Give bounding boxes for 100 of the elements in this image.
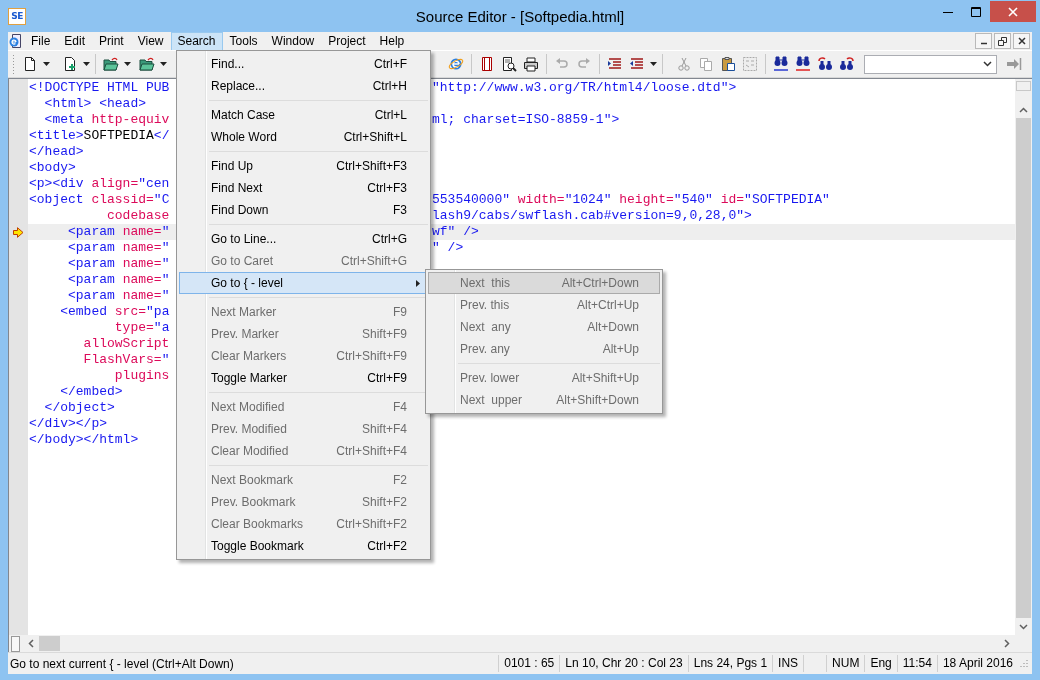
replace-icon[interactable] xyxy=(839,56,855,72)
restore-icon xyxy=(998,36,1007,46)
shortcut-label: Alt+Ctrl+Down xyxy=(561,276,639,290)
menu-item[interactable]: Print xyxy=(92,31,131,51)
app-logo: SE xyxy=(8,7,26,25)
shortcut-label: Ctrl+H xyxy=(372,79,407,93)
folder-icon[interactable] xyxy=(139,56,155,72)
menu-item[interactable]: Find Next Ctrl+F3 xyxy=(179,177,428,199)
shortcut-label: Alt+Shift+Up xyxy=(571,371,639,385)
shortcut-label: Ctrl+Shift+G xyxy=(340,254,407,268)
close-icon xyxy=(1008,6,1018,17)
shortcut-label: Ctrl+F2 xyxy=(367,539,407,553)
code-line: <param name=" xyxy=(67,240,170,255)
restore-button[interactable] xyxy=(994,33,1011,49)
menu-item[interactable]: Toggle Bookmark Ctrl+F2 xyxy=(179,535,428,557)
code-line: lash9/cabs/swflash.cab#version=9,0,28,0"> xyxy=(432,208,752,224)
shortcut-label: Ctrl+Shift+L xyxy=(343,130,407,144)
scroll-up-icon[interactable] xyxy=(1019,106,1028,113)
menu-item[interactable]: Match Case Ctrl+L xyxy=(179,104,428,126)
shortcut-label: F3 xyxy=(393,203,407,217)
submenu-arrow-icon xyxy=(416,280,420,287)
menu-item[interactable]: Tools xyxy=(222,31,265,51)
folder-icon[interactable] xyxy=(103,56,119,72)
shortcut-label: Ctrl+Shift+F3 xyxy=(336,159,407,173)
menu-item[interactable]: Go to Line... Ctrl+G xyxy=(179,228,428,250)
code-line: <param name=" xyxy=(67,288,170,303)
minimize-button[interactable] xyxy=(975,33,992,49)
scroll-left-icon[interactable] xyxy=(27,639,34,648)
menu-item[interactable]: Search xyxy=(170,31,223,51)
caret-icon[interactable] xyxy=(159,62,167,66)
caret-icon[interactable] xyxy=(82,62,90,66)
menu-item[interactable]: View xyxy=(130,31,171,51)
replace-icon[interactable] xyxy=(817,56,833,72)
code-line: FlashVars=" xyxy=(82,352,170,367)
menu-item[interactable]: Edit xyxy=(57,31,93,51)
code-line: 553540000" width="1024" height="540" id="SOFTPEDIA" xyxy=(432,192,830,208)
status-panel: 11:54 xyxy=(896,655,937,672)
browser-icon[interactable] xyxy=(448,56,464,72)
code-line: </object> xyxy=(43,400,115,415)
document-icon[interactable] xyxy=(22,56,38,72)
vertical-scrollbar[interactable] xyxy=(1015,79,1032,635)
code-line: </head> xyxy=(29,144,84,159)
clipboard-icon[interactable] xyxy=(720,56,736,72)
shortcut-label: F2 xyxy=(393,473,407,487)
close-button[interactable] xyxy=(1013,33,1030,49)
page-globe-icon xyxy=(8,33,24,49)
menu-item[interactable]: Window xyxy=(264,31,322,51)
caret-icon[interactable] xyxy=(123,62,131,66)
code-line: </embed> xyxy=(59,384,123,399)
horizontal-scrollbar[interactable] xyxy=(9,635,1015,652)
code-line: <p><div align="cen xyxy=(29,176,170,191)
menu-item[interactable]: Toggle Marker Ctrl+F9 xyxy=(179,367,428,389)
shortcut-label: Ctrl+G xyxy=(372,232,407,246)
shortcut-label: Shift+F2 xyxy=(361,495,407,509)
menu-item[interactable]: Find Up Ctrl+Shift+F3 xyxy=(179,155,428,177)
document-plus-icon[interactable] xyxy=(62,56,78,72)
status-panel: NUM xyxy=(826,655,865,672)
shortcut-label: Ctrl+F xyxy=(374,57,407,71)
maximize-icon xyxy=(971,6,981,17)
shortcut-label: F4 xyxy=(393,400,407,414)
indent-icon[interactable] xyxy=(607,56,623,72)
scroll-thumb[interactable] xyxy=(1016,118,1031,618)
status-panel: INS xyxy=(772,655,804,672)
scroll-down-icon[interactable] xyxy=(1019,623,1028,630)
caret-icon[interactable] xyxy=(649,62,657,66)
menu-item[interactable]: Find... Ctrl+F xyxy=(179,53,428,75)
scroll-right-icon[interactable] xyxy=(1003,639,1010,648)
binoculars-icon[interactable] xyxy=(773,56,789,72)
code-line: "http://www.w3.org/TR/html4/loose.dtd"> xyxy=(432,80,737,96)
menu-item[interactable]: Whole Word Ctrl+Shift+L xyxy=(179,126,428,148)
code-line: <param name=" xyxy=(67,224,170,239)
shortcut-label: Alt+Down xyxy=(587,320,639,334)
page-icon[interactable] xyxy=(479,56,495,72)
menu-item[interactable]: Replace... Ctrl+H xyxy=(179,75,428,97)
menu-item[interactable]: Find Down F3 xyxy=(179,199,428,221)
caret-icon[interactable] xyxy=(42,62,50,66)
code-line: codebase xyxy=(106,208,170,223)
shortcut-label: Alt+Shift+Down xyxy=(556,393,639,407)
menu-item[interactable]: File xyxy=(24,31,58,51)
menu-item[interactable]: Help xyxy=(372,31,412,51)
status-panel: Ln 10, Chr 20 : Col 23 xyxy=(559,655,688,672)
binoculars-icon[interactable] xyxy=(795,56,811,72)
code-line: <title>SOFTPEDIA</ xyxy=(29,128,170,143)
menu-item[interactable]: Go to { - level xyxy=(179,272,428,294)
printer-icon[interactable] xyxy=(523,56,539,72)
code-line: plugins xyxy=(113,368,170,383)
shortcut-label: Ctrl+Shift+F4 xyxy=(336,444,407,458)
status-message: Go to next current { - level (Ctrl+Alt Down) xyxy=(9,656,235,671)
split-box[interactable] xyxy=(11,635,20,652)
code-line: </body></html> xyxy=(29,432,139,447)
code-line: <!DOCTYPE HTML PUB xyxy=(29,80,170,95)
code-line: ml; charset=ISO-8859-1"> xyxy=(432,112,620,128)
print-preview-icon[interactable] xyxy=(501,56,517,72)
menu-item[interactable]: Project xyxy=(321,31,373,51)
code-line: <object classid="C xyxy=(29,192,170,207)
scroll-thumb[interactable] xyxy=(39,636,60,651)
shortcut-label: Shift+F4 xyxy=(361,422,407,436)
resize-grip-icon[interactable] xyxy=(1018,658,1028,669)
outdent-icon[interactable] xyxy=(629,56,645,72)
code-line: <body> xyxy=(29,160,76,175)
